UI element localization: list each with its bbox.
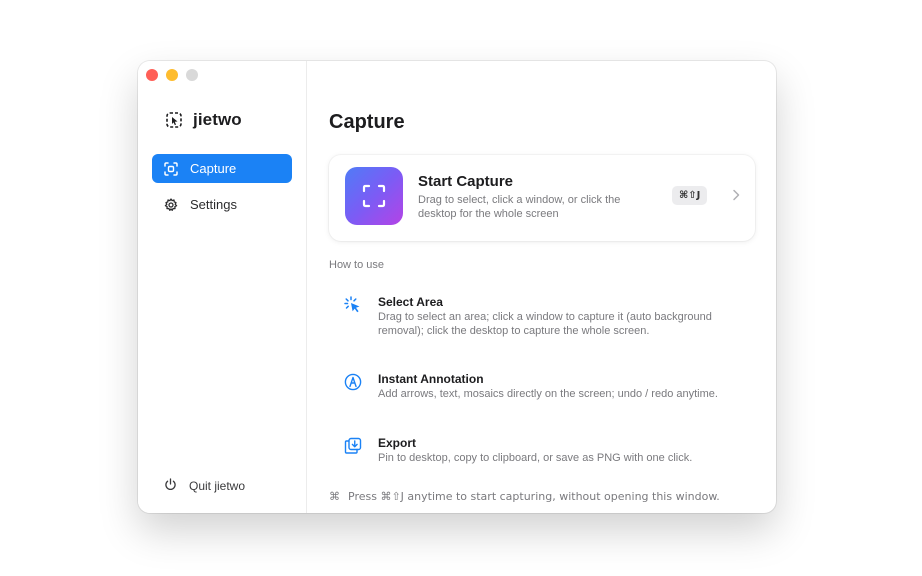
gear-icon bbox=[164, 197, 178, 212]
cursor-click-icon bbox=[343, 295, 363, 315]
feature-description: Pin to desktop, copy to clipboard, or sa… bbox=[378, 452, 693, 464]
window-controls bbox=[146, 69, 198, 81]
sidebar-item-label: Capture bbox=[190, 161, 237, 176]
footer-tip: ⌘ Press ⌘⇧J anytime to start capturing, … bbox=[329, 490, 720, 503]
chevron-right-icon bbox=[732, 188, 740, 206]
how-to-use-label: How to use bbox=[329, 259, 385, 271]
start-capture-description: Drag to select, click a window, or click… bbox=[418, 194, 621, 220]
feature-title: Select Area bbox=[378, 295, 443, 309]
command-key-icon: ⌘ bbox=[329, 490, 340, 503]
scan-frame-icon bbox=[345, 167, 403, 225]
shortcut-badge: ⌘⇧J bbox=[672, 186, 708, 205]
download-tray-icon bbox=[343, 436, 363, 456]
footer-tip-text: Press ⌘⇧J anytime to start capturing, wi… bbox=[348, 490, 720, 503]
close-window-button[interactable] bbox=[146, 69, 158, 81]
minimize-window-button[interactable] bbox=[166, 69, 178, 81]
sidebar-item-capture[interactable]: Capture bbox=[152, 154, 292, 183]
brand: jietwo bbox=[165, 110, 242, 130]
quit-button[interactable]: Quit jietwo bbox=[164, 478, 245, 494]
feature-description: Add arrows, text, mosaics directly on th… bbox=[378, 388, 718, 400]
pen-circle-icon bbox=[343, 372, 363, 392]
main-content: Capture Start Capture Drag to select, cl… bbox=[308, 61, 776, 513]
capture-icon bbox=[164, 161, 178, 176]
zoom-window-button[interactable] bbox=[186, 69, 198, 81]
app-window: jietwo Capture Settings Quit jietwo Capt… bbox=[138, 61, 776, 513]
sidebar-item-label: Settings bbox=[190, 197, 237, 212]
feature-title: Export bbox=[378, 436, 417, 450]
start-capture-card[interactable]: Start Capture Drag to select, click a wi… bbox=[329, 155, 755, 241]
sidebar-item-settings[interactable]: Settings bbox=[152, 190, 292, 219]
feature-description: Drag to select an area; click a window t… bbox=[378, 311, 712, 337]
page-title: Capture bbox=[329, 111, 405, 133]
sidebar-nav: Capture Settings bbox=[152, 154, 292, 226]
start-capture-title: Start Capture bbox=[418, 173, 514, 190]
feature-title: Instant Annotation bbox=[378, 372, 484, 386]
sidebar: jietwo Capture Settings Quit jietwo bbox=[138, 61, 307, 513]
app-name: jietwo bbox=[193, 110, 242, 129]
power-icon bbox=[164, 478, 177, 494]
quit-label: Quit jietwo bbox=[189, 479, 246, 493]
app-logo-icon bbox=[165, 111, 183, 129]
